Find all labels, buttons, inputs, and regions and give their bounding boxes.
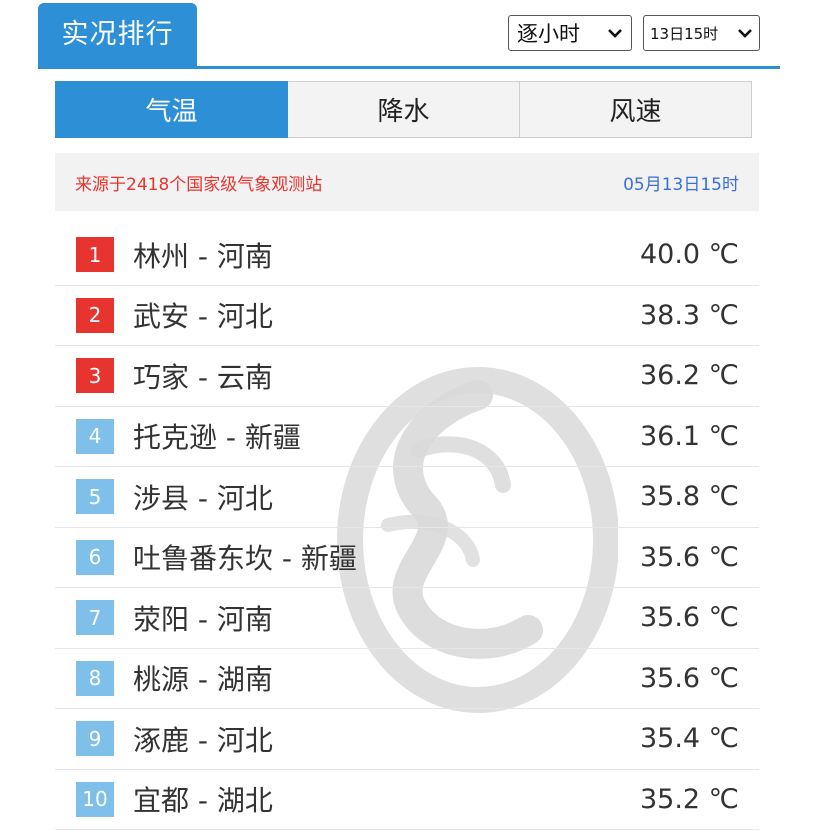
station-name: 荥阳 - 河南 <box>133 598 273 638</box>
rank-badge: 6 <box>76 540 114 575</box>
temperature-value: 35.6 ℃ <box>640 663 739 694</box>
list-item: 5 涉县 - 河北 35.8 ℃ <box>55 467 759 528</box>
station-name: 林州 - 河南 <box>133 235 273 275</box>
tab-wind-speed[interactable]: 风速 <box>520 81 752 138</box>
source-bar: 来源于2418个国家级气象观测站 05月13日15时 <box>55 153 759 211</box>
rank-badge: 5 <box>76 479 114 514</box>
rank-badge: 3 <box>76 358 114 393</box>
rank-badge: 4 <box>76 419 114 454</box>
source-time: 05月13日15时 <box>623 170 739 195</box>
station-name: 巧家 - 云南 <box>133 356 273 396</box>
station-name: 托克逊 - 新疆 <box>133 416 301 456</box>
station-name: 桃源 - 湖南 <box>133 658 273 698</box>
time-select[interactable]: 13日15时 <box>643 15 760 51</box>
time-select-value: 13日15时 <box>650 23 737 44</box>
temperature-value: 40.0 ℃ <box>640 239 739 270</box>
temperature-value: 36.2 ℃ <box>640 360 739 391</box>
header-divider <box>38 66 780 69</box>
panel-header: 实况排行 逐小时 13日15时 <box>38 0 780 68</box>
station-name: 涉县 - 河北 <box>133 477 273 517</box>
temperature-value: 35.4 ℃ <box>640 723 739 754</box>
interval-select[interactable]: 逐小时 <box>508 15 632 51</box>
rank-badge: 10 <box>76 782 114 817</box>
source-text: 来源于2418个国家级气象观测站 <box>75 170 322 195</box>
list-item: 7 荥阳 - 河南 35.6 ℃ <box>55 588 759 649</box>
rank-badge: 8 <box>76 661 114 696</box>
list-item: 10 宜都 - 湖北 35.2 ℃ <box>55 770 759 830</box>
list-item: 2 武安 - 河北 38.3 ℃ <box>55 286 759 347</box>
list-item: 6 吐鲁番东坎 - 新疆 35.6 ℃ <box>55 528 759 589</box>
rank-badge: 9 <box>76 721 114 756</box>
temperature-value: 36.1 ℃ <box>640 421 739 452</box>
temperature-value: 35.6 ℃ <box>640 542 739 573</box>
tab-temperature[interactable]: 气温 <box>55 81 288 138</box>
station-name: 吐鲁番东坎 - 新疆 <box>133 537 357 577</box>
temperature-value: 35.2 ℃ <box>640 784 739 815</box>
chevron-down-icon <box>607 25 623 41</box>
temperature-value: 38.3 ℃ <box>640 300 739 331</box>
rank-badge: 2 <box>76 298 114 333</box>
station-name: 宜都 - 湖北 <box>133 779 273 819</box>
metric-tabs: 气温 降水 风速 <box>55 81 752 138</box>
interval-select-value: 逐小时 <box>517 18 607 48</box>
tab-precipitation[interactable]: 降水 <box>288 81 520 138</box>
station-name: 武安 - 河北 <box>133 295 273 335</box>
chevron-down-icon <box>737 25 753 41</box>
list-item: 8 桃源 - 湖南 35.6 ℃ <box>55 649 759 710</box>
temperature-value: 35.6 ℃ <box>640 602 739 633</box>
list-item: 3 巧家 - 云南 36.2 ℃ <box>55 346 759 407</box>
list-item: 1 林州 - 河南 40.0 ℃ <box>55 225 759 286</box>
ranking-list: 1 林州 - 河南 40.0 ℃ 2 武安 - 河北 38.3 ℃ 3 巧家 -… <box>55 225 759 830</box>
panel-title: 实况排行 <box>38 3 197 67</box>
station-name: 涿鹿 - 河北 <box>133 719 273 759</box>
list-item: 9 涿鹿 - 河北 35.4 ℃ <box>55 709 759 770</box>
rank-badge: 7 <box>76 600 114 635</box>
list-item: 4 托克逊 - 新疆 36.1 ℃ <box>55 407 759 468</box>
temperature-value: 35.8 ℃ <box>640 481 739 512</box>
rank-badge: 1 <box>76 237 114 272</box>
ranking-panel: 实况排行 逐小时 13日15时 气温 降水 风速 来源于2418个国家级气象观测… <box>38 0 780 823</box>
